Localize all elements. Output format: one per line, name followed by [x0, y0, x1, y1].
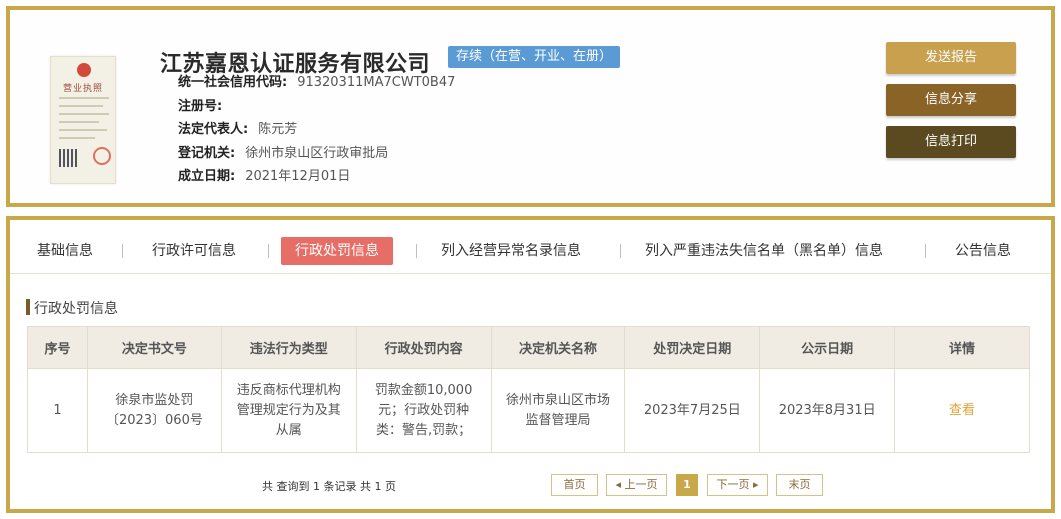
- pagination-summary: 共 查询到 1 条记录 共 1 页: [262, 480, 396, 493]
- info-label: 统一社会信用代码:: [178, 75, 288, 90]
- table-cell-publish-date: 2023年8月31日: [759, 368, 896, 453]
- caret-right-icon: ▸: [749, 478, 759, 491]
- prev-page-button[interactable]: ◂ 上一页: [606, 474, 667, 496]
- tab-divider: [122, 244, 123, 258]
- tab-admin-license[interactable]: 行政许可信息: [152, 237, 236, 265]
- license-text-line: [59, 137, 95, 139]
- info-label: 成立日期:: [178, 169, 236, 184]
- status-badge: 存续（在营、开业、在册）: [448, 46, 621, 68]
- license-text-line: [59, 121, 99, 123]
- license-text-line: [59, 129, 107, 131]
- info-value: 91320311MA7CWT0B47: [297, 75, 456, 90]
- table-header: 序号: [27, 326, 88, 369]
- table-header: 公示日期: [759, 326, 896, 369]
- official-seal-icon: [93, 147, 111, 165]
- license-text-line: [59, 113, 109, 115]
- tab-bar: 基础信息 行政许可信息 行政处罚信息 列入经营异常名录信息 列入严重违法失信名单…: [10, 220, 1051, 274]
- info-label: 法定代表人:: [178, 122, 249, 137]
- send-report-button[interactable]: 发送报告: [886, 42, 1016, 74]
- info-label: 注册号:: [178, 99, 223, 114]
- table-header: 处罚决定日期: [624, 326, 761, 369]
- first-page-button[interactable]: 首页: [551, 474, 598, 496]
- table-header-row: 序号 决定书文号 违法行为类型 行政处罚内容 决定机关名称 处罚决定日期 公示日…: [27, 326, 1030, 369]
- tab-divider: [268, 244, 269, 258]
- company-card: 营业执照 江苏嘉恩认证服务有限公司 存续（在营、开业、在册） 统一社会信用代码:…: [6, 6, 1055, 207]
- tab-divider: [620, 244, 621, 258]
- prev-page-label: 上一页: [624, 478, 658, 491]
- info-row-established-date: 成立日期: 2021年12月01日: [178, 168, 350, 186]
- next-page-label: 下一页: [716, 478, 750, 491]
- license-title: 营业执照: [62, 84, 103, 94]
- qr-code-icon: [59, 149, 77, 167]
- section-title: 行政处罚信息: [34, 301, 118, 317]
- table-cell-decision-number: 徐泉市监处罚〔2023〕060号: [86, 368, 222, 453]
- tab-basic-info[interactable]: 基础信息: [37, 237, 93, 265]
- penalty-table: 序号 决定书文号 违法行为类型 行政处罚内容 决定机关名称 处罚决定日期 公示日…: [27, 326, 1030, 453]
- table-cell-index: 1: [27, 368, 88, 453]
- table-header: 违法行为类型: [220, 326, 357, 369]
- next-page-button[interactable]: 下一页 ▸: [707, 474, 768, 496]
- info-label: 登记机关:: [178, 146, 236, 161]
- share-info-button[interactable]: 信息分享: [886, 84, 1016, 116]
- tab-blacklist[interactable]: 列入严重违法失信名单（黑名单）信息: [645, 237, 883, 265]
- content-card: 基础信息 行政许可信息 行政处罚信息 列入经营异常名录信息 列入严重违法失信名单…: [6, 216, 1055, 513]
- license-text-line: [59, 97, 109, 99]
- license-text-line: [59, 105, 103, 107]
- table-header: 行政处罚内容: [355, 326, 492, 369]
- table-header: 决定书文号: [86, 326, 222, 369]
- print-info-button[interactable]: 信息打印: [886, 126, 1016, 158]
- info-row-registration-authority: 登记机关: 徐州市泉山区行政审批局: [178, 145, 388, 163]
- info-value: 徐州市泉山区行政审批局: [245, 146, 389, 161]
- caret-left-icon: ◂: [615, 478, 625, 491]
- info-value: 陈元芳: [258, 122, 298, 137]
- table-cell-decision-date: 2023年7月25日: [624, 368, 761, 453]
- info-row-reg-number: 注册号:: [178, 98, 232, 116]
- tab-abnormal-operation[interactable]: 列入经营异常名录信息: [441, 237, 581, 265]
- tab-divider: [925, 244, 926, 258]
- national-emblem-icon: [77, 63, 91, 77]
- tab-divider: [416, 244, 417, 258]
- info-row-credit-code: 统一社会信用代码: 91320311MA7CWT0B47: [178, 74, 455, 92]
- view-detail-link[interactable]: 查看: [894, 368, 1030, 453]
- business-license-image[interactable]: 营业执照: [50, 56, 116, 184]
- page-number-current[interactable]: 1: [676, 474, 698, 496]
- tab-announcement[interactable]: 公告信息: [955, 237, 1011, 265]
- table-cell-authority: 徐州市泉山区市场监督管理局: [490, 368, 626, 453]
- tab-admin-penalty[interactable]: 行政处罚信息: [281, 237, 393, 265]
- section-marker: [26, 299, 30, 315]
- info-row-legal-rep: 法定代表人: 陈元芳: [178, 121, 297, 139]
- table-header: 决定机关名称: [490, 326, 626, 369]
- last-page-button[interactable]: 末页: [776, 474, 823, 496]
- table-cell-penalty-content: 罚款金额10,000元；行政处罚种类：警告,罚款；: [355, 368, 492, 453]
- info-value: 2021年12月01日: [245, 169, 351, 184]
- table-header: 详情: [894, 326, 1030, 369]
- table-row: 1 徐泉市监处罚〔2023〕060号 违反商标代理机构管理规定行为及其从属 罚款…: [27, 368, 1030, 453]
- table-cell-violation-type: 违反商标代理机构管理规定行为及其从属: [220, 368, 357, 453]
